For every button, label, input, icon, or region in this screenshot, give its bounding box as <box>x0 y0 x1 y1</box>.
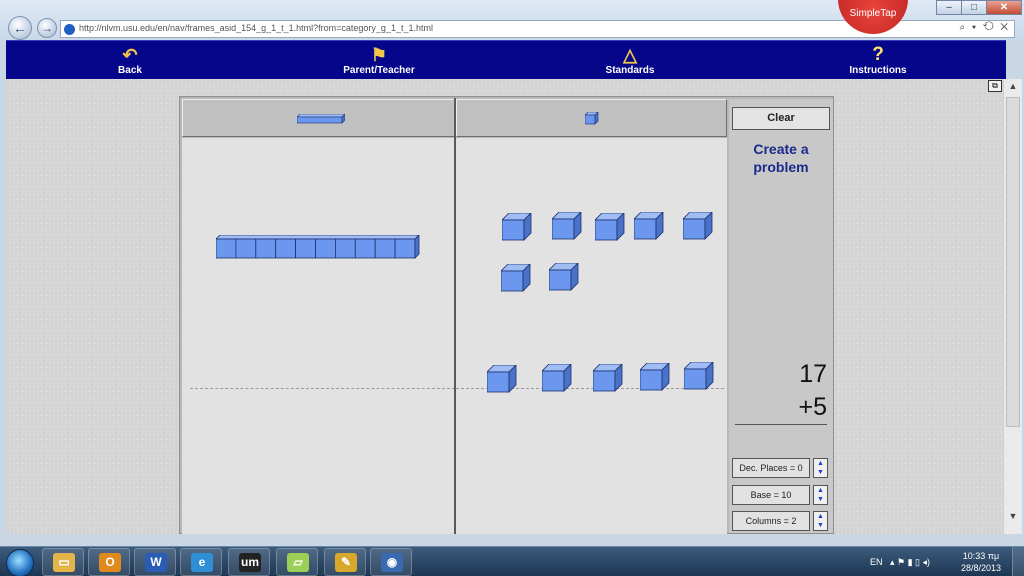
taskbar-paint-button[interactable]: ✎ <box>324 548 366 576</box>
sum-line <box>735 424 827 425</box>
scrollbar-thumb[interactable] <box>1006 97 1020 427</box>
show-desktop-button[interactable] <box>1012 547 1024 576</box>
forward-arrow-icon[interactable]: → <box>37 18 57 38</box>
word-icon: W <box>145 553 167 572</box>
clear-button[interactable]: Clear <box>732 107 830 130</box>
maximize-button[interactable]: □ <box>961 0 987 15</box>
taskbar-internet-explorer-button[interactable]: e <box>180 548 222 576</box>
instructions-label: Instructions <box>849 65 907 76</box>
addend-divider <box>190 388 455 389</box>
scroll-up-icon[interactable]: ▲ <box>1004 81 1022 91</box>
instructions-nav-button[interactable]: ? Instructions <box>844 44 912 77</box>
standards-nav-button[interactable]: △ Standards <box>598 45 662 76</box>
outlook-icon: O <box>99 553 121 572</box>
um-icon: um <box>239 553 261 572</box>
stepper-up-icon[interactable]: ▲ <box>814 459 827 468</box>
clock-time: 10:33 πμ <box>962 551 1000 561</box>
taskbar-folder-button[interactable]: ▱ <box>276 548 318 576</box>
minimize-button[interactable]: – <box>936 0 962 15</box>
clock[interactable]: 10:33 πμ 28/8/2013 <box>955 550 1007 574</box>
parent-teacher-nav-button[interactable]: ⚑ Parent/Teacher <box>336 45 422 76</box>
internet-explorer-icon: e <box>191 553 213 572</box>
ones-cube-block[interactable] <box>683 361 714 390</box>
base-button[interactable]: Base = 10 <box>732 485 810 505</box>
ones-cube-block[interactable] <box>639 362 670 391</box>
decimal-places-button[interactable]: Dec. Places = 0 <box>732 458 810 478</box>
column-separator <box>454 98 456 534</box>
ones-cube-block[interactable] <box>548 262 579 291</box>
language-indicator[interactable]: EN <box>870 547 883 576</box>
stepper-up-icon[interactable]: ▲ <box>814 486 827 495</box>
taskbar-word-button[interactable]: W <box>134 548 176 576</box>
close-button[interactable]: ✕ <box>986 0 1022 15</box>
parent-teacher-label: Parent/Teacher <box>343 65 415 76</box>
tens-workspace[interactable] <box>182 138 455 534</box>
ones-cube-block[interactable] <box>594 212 625 241</box>
back-nav-label: Back <box>118 65 142 76</box>
stepper-down-icon[interactable]: ▼ <box>814 468 827 477</box>
ones-workspace[interactable] <box>456 138 727 534</box>
base-blocks-applet: Clear Create a problem 17 +5 Dec. Places… <box>179 96 834 534</box>
site-favicon-icon <box>64 24 75 35</box>
tray-icons[interactable]: ▴ ⚑ ▮ ▯ ◂) <box>890 547 930 576</box>
tens-column-header[interactable] <box>182 99 455 137</box>
stepper-down-icon[interactable]: ▼ <box>814 495 827 504</box>
taskbar-media-button[interactable]: ◉ <box>370 548 412 576</box>
base-stepper[interactable]: ▲ ▼ <box>813 485 828 505</box>
back-arrow-icon[interactable]: ← <box>8 16 32 40</box>
ones-cube-block[interactable] <box>500 263 531 292</box>
address-tools-icon[interactable]: ⌕ ▾ ⟲ ✕ <box>960 22 1010 33</box>
taskbar: ▭ O We um ▱ ✎ ◉ EN ▴ ⚑ ▮ ▯ ◂) 10:33 πμ 28/8/20… <box>0 546 1024 576</box>
clock-date: 28/8/2013 <box>960 563 1002 573</box>
ones-cube-icon[interactable] <box>585 112 599 125</box>
ones-cube-block[interactable] <box>501 212 532 241</box>
back-arrow-icon: ↶ <box>122 45 138 65</box>
ones-cube-block[interactable] <box>486 364 517 393</box>
tens-rod-icon[interactable] <box>297 114 345 124</box>
folder-icon: ▱ <box>287 553 309 572</box>
tens-rod-block[interactable] <box>215 234 420 259</box>
stepper-down-icon[interactable]: ▼ <box>814 521 827 530</box>
question-mark-icon: ? <box>872 44 884 65</box>
restore-window-icon[interactable]: ⧉ <box>988 80 1002 92</box>
ones-cube-block[interactable] <box>592 363 623 392</box>
vertical-scrollbar[interactable]: ▲ ▼ <box>1003 79 1022 534</box>
back-nav-button[interactable]: ↶ Back <box>108 45 152 76</box>
site-nav-bar: ↶ Back ⚑ Parent/Teacher △ Standards ? In… <box>6 40 1006 79</box>
control-panel: Clear Create a problem 17 +5 Dec. Places… <box>729 99 833 533</box>
ones-column-header[interactable] <box>456 99 727 137</box>
standards-label: Standards <box>605 65 655 76</box>
start-orb-icon[interactable] <box>6 549 34 576</box>
browser-chrome: ← → http://nlvm.usu.edu/en/nav/frames_as… <box>0 0 1024 40</box>
ones-cube-block[interactable] <box>682 211 713 240</box>
taskbar-um-button[interactable]: um <box>228 548 270 576</box>
explorer-icon: ▭ <box>53 553 75 572</box>
paint-icon: ✎ <box>335 553 357 572</box>
scroll-down-icon[interactable]: ▼ <box>1004 511 1022 521</box>
addend-one: 17 <box>799 360 827 388</box>
columns-button[interactable]: Columns = 2 <box>732 511 810 531</box>
media-icon: ◉ <box>381 553 403 572</box>
address-text[interactable]: http://nlvm.usu.edu/en/nav/frames_asid_1… <box>79 23 433 33</box>
taskbar-outlook-button[interactable]: O <box>88 548 130 576</box>
ones-cube-block[interactable] <box>551 211 582 240</box>
parent-teacher-icon: ⚑ <box>370 45 388 65</box>
columns-stepper[interactable]: ▲ ▼ <box>813 511 828 531</box>
decimal-places-stepper[interactable]: ▲ ▼ <box>813 458 828 478</box>
ones-cube-block[interactable] <box>541 363 572 392</box>
ones-cube-block[interactable] <box>633 211 664 240</box>
standards-icon: △ <box>623 45 637 65</box>
taskbar-explorer-button[interactable]: ▭ <box>42 548 84 576</box>
stepper-up-icon[interactable]: ▲ <box>814 512 827 521</box>
create-problem-link[interactable]: Create a problem <box>731 140 831 176</box>
addend-two: +5 <box>798 393 827 421</box>
